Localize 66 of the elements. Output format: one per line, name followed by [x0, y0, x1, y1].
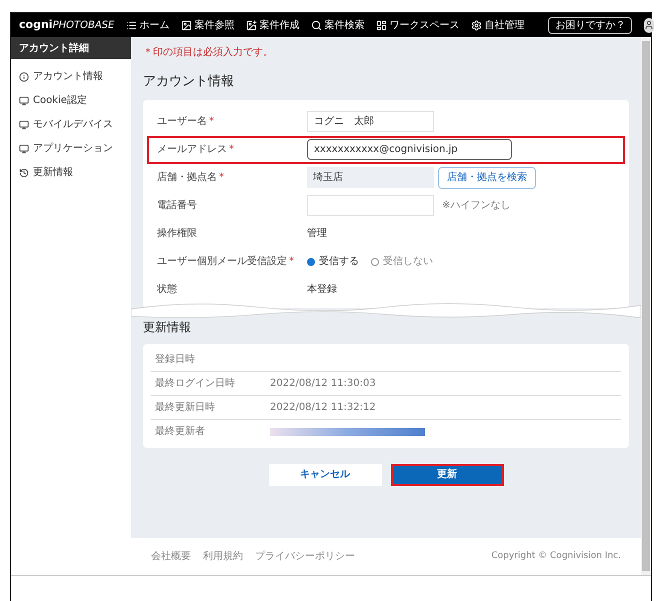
radio-button[interactable] — [371, 258, 379, 266]
search-icon — [311, 20, 322, 30]
nav-item[interactable]: ホーム — [126, 18, 170, 32]
nav-item[interactable]: 案件作成 — [246, 18, 300, 32]
sidebar-item[interactable]: モバイルデバイス — [19, 117, 123, 132]
image-plus-icon — [246, 20, 258, 30]
logo-subtitle: PHOTOBASE — [52, 18, 114, 33]
nav-item[interactable]: 案件参照 — [181, 18, 234, 32]
required-mark: * — [229, 143, 234, 157]
required-mark: * — [209, 115, 214, 129]
image-icon — [181, 20, 192, 30]
info-label: 最終更新日時 — [155, 400, 216, 414]
input-field[interactable] — [307, 195, 434, 216]
field-label: メールアドレス — [157, 143, 227, 157]
monitor-icon — [19, 120, 29, 130]
update-button[interactable]: 更新 — [390, 464, 504, 486]
monitor-icon — [19, 144, 29, 154]
user-avatar-icon[interactable] — [644, 18, 654, 32]
field-label: 状態 — [157, 282, 177, 297]
footer-link[interactable]: プライバシーポリシー — [255, 549, 355, 564]
info-label: 登録日時 — [155, 352, 196, 366]
radio-option[interactable]: 受信する — [307, 254, 359, 269]
sidebar-item[interactable]: 更新情報 — [19, 165, 123, 180]
radio-button[interactable] — [307, 258, 315, 266]
cancel-button[interactable]: キャンセル — [268, 464, 382, 486]
help-button[interactable]: お困りですか？ — [548, 16, 632, 34]
history-icon — [19, 168, 29, 178]
info-label: 最終更新者 — [155, 424, 206, 439]
required-note: ＊印の項目は必須入力です。 — [143, 46, 274, 60]
field-label: 操作権限 — [157, 226, 197, 241]
info-value: 2022/08/12 11:32:12 — [270, 400, 376, 414]
nav-item[interactable]: 自社管理 — [471, 18, 524, 32]
field-label: ユーザー個別メール受信設定 — [157, 254, 287, 269]
info-value: 2022/08/12 11:30:03 — [270, 376, 376, 390]
sidebar-item[interactable]: アカウント情報 — [19, 69, 123, 84]
monitor-icon — [19, 96, 29, 106]
info-label: 最終ログイン日時 — [155, 376, 236, 390]
section-title: アカウント情報 — [143, 73, 235, 91]
field-label: ユーザー名 — [157, 115, 207, 129]
required-mark: * — [219, 171, 224, 185]
footer-link[interactable]: 利用規約 — [203, 549, 243, 564]
input-field[interactable]: コグニ 太郎 — [307, 111, 434, 132]
copyright: Copyright © Cognivision Inc. — [491, 550, 621, 563]
scrollbar[interactable] — [641, 37, 651, 575]
field-label: 電話番号 — [157, 198, 197, 213]
list-icon — [126, 20, 138, 30]
sidebar-title: アカウント詳細 — [11, 37, 131, 59]
nav-item[interactable]: 案件検索 — [311, 18, 364, 32]
input-field[interactable]: xxxxxxxxxxx@cognivision.jp — [307, 139, 512, 160]
readonly-field: 埼玉店 — [307, 167, 434, 188]
info-icon — [19, 72, 29, 82]
search-store-button[interactable]: 店舗・拠点を検索 — [438, 166, 536, 188]
footer-link[interactable]: 会社概要 — [151, 549, 191, 564]
sidebar-item[interactable]: アプリケーション — [19, 141, 123, 156]
field-value: 管理 — [307, 227, 327, 241]
radio-option[interactable]: 受信しない — [371, 254, 433, 269]
settings-icon — [471, 20, 482, 30]
field-label: 店舗・拠点名 — [157, 170, 217, 185]
sidebar-item[interactable]: Cookie認定 — [19, 93, 123, 108]
nav-item[interactable]: ワークスペース — [376, 18, 460, 32]
required-mark: * — [289, 255, 294, 269]
field-hint: ※ハイフンなし — [442, 199, 510, 213]
logo: cogni — [19, 16, 53, 33]
grid-icon — [376, 20, 388, 30]
field-value: 本登録 — [307, 282, 337, 297]
section-title: 更新情報 — [143, 318, 192, 336]
